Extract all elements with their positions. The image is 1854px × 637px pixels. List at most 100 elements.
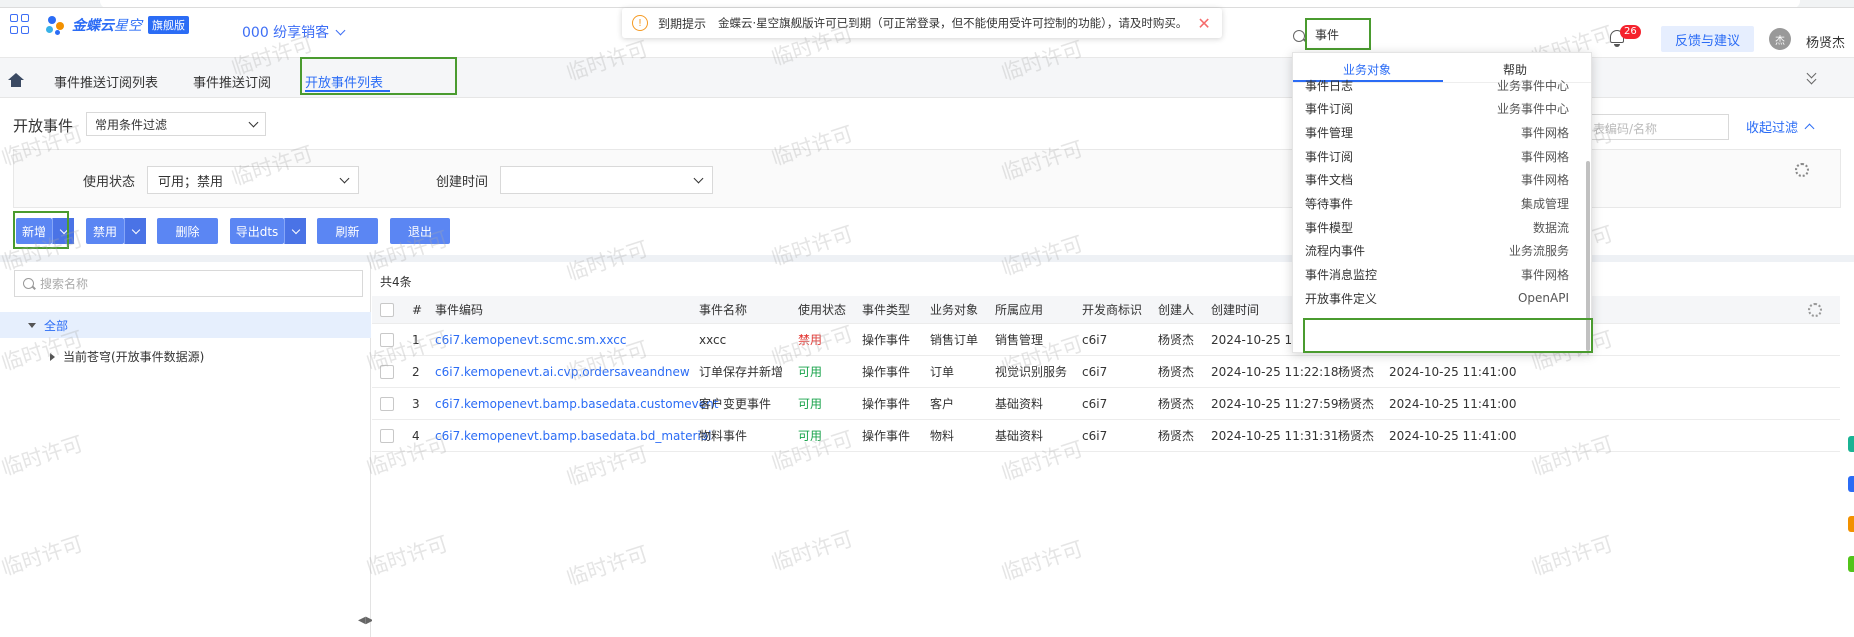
tenant-switcher[interactable]: 000 纷享销客	[242, 22, 346, 42]
caret-right-icon[interactable]	[50, 352, 55, 361]
delete-button[interactable]: 删除	[157, 218, 218, 244]
cell-dev: c6i7	[1082, 396, 1108, 411]
column-header[interactable]: 使用状态	[798, 296, 846, 323]
cell-name: xxcc	[699, 332, 727, 347]
cell-dev: c6i7	[1082, 332, 1108, 347]
global-search-input[interactable]: 事件	[1305, 18, 1371, 50]
result-category: OpenAPI	[1517, 291, 1569, 306]
cell-code[interactable]: c6i7.kemopenevt.bamp.basedata.customeven…	[435, 388, 718, 419]
disable-dropdown-button[interactable]	[124, 218, 146, 244]
dropdown-result-item[interactable]: 开放事件定义 OpenAPI	[1293, 284, 1583, 312]
table-row[interactable]: 1 c6i7.kemopenevt.scmc.sm.xxcc xxcc 禁用 操作事件 销…	[372, 324, 1840, 356]
table-row[interactable]: 2 c6i7.kemopenevt.ai.cvp.ordersaveandnew 订…	[372, 356, 1840, 388]
side-tool-icon[interactable]	[1848, 556, 1854, 572]
code-name-search-input[interactable]: 表编码/名称	[1584, 114, 1729, 140]
tree-node-datasource-label: 当前苍穹(开放事件数据源)	[63, 350, 205, 364]
brand-name: 金蝶云星空	[72, 18, 142, 34]
cell-modifier: 杨贤杰	[1338, 429, 1375, 443]
created-time-select[interactable]	[500, 166, 713, 194]
feedback-button[interactable]: 反馈与建议	[1661, 26, 1754, 52]
cell-status: 可用	[798, 397, 823, 411]
result-name: 等待事件	[1305, 197, 1354, 211]
cell-code[interactable]: c6i7.kemopenevt.bamp.basedata.bd_materia…	[435, 420, 711, 451]
result-category: 业务事件中心	[1496, 78, 1569, 93]
column-header[interactable]: 事件类型	[862, 296, 910, 323]
cell-code[interactable]: c6i7.kemopenevt.ai.cvp.ordersaveandnew	[435, 356, 690, 387]
column-header[interactable]: 所属应用	[995, 296, 1043, 323]
cell-modifier: 杨贤杰	[1338, 397, 1375, 411]
cell-created: 2024-10-25 11:31:31	[1211, 428, 1339, 443]
column-header[interactable]: 事件编码	[435, 296, 483, 323]
avatar[interactable]: 杰	[1769, 28, 1791, 50]
tab-event-push-subscription[interactable]: 事件推送订阅	[193, 72, 271, 91]
result-name: 事件日志	[1305, 78, 1354, 93]
column-settings-gear-icon[interactable]	[1808, 303, 1822, 317]
edition-badge: 旗舰版	[148, 16, 189, 34]
row-checkbox[interactable]	[380, 420, 394, 451]
cell-type: 操作事件	[862, 397, 911, 411]
chevron-down-icon	[693, 173, 704, 183]
cell-created: 2024-10-25 11:22:18	[1211, 364, 1339, 379]
cell-creator: 杨贤杰	[1158, 397, 1195, 411]
side-tool-icon[interactable]	[1848, 436, 1854, 452]
address-bar[interactable]	[100, 0, 1800, 7]
license-expiry-notice: ! 到期提示 金蝶云·星空旗舰版许可已到期（可正常登录，但不能使用受许可控制的功…	[622, 8, 1222, 38]
cell-created: 2024-10-25 16:	[1211, 332, 1304, 347]
cell-app: 销售管理	[995, 333, 1044, 347]
result-name: 事件管理	[1305, 125, 1354, 140]
result-name: 开放事件定义	[1305, 291, 1378, 306]
tree-node-all[interactable]: 全部	[0, 312, 371, 338]
cell-name: 订单保存并新增	[699, 365, 784, 379]
table-row[interactable]: 3 c6i7.kemopenevt.bamp.basedata.customeve…	[372, 388, 1840, 420]
brand-logo[interactable]: 金蝶云星空 旗舰版	[44, 14, 189, 36]
disable-button[interactable]: 禁用	[86, 218, 124, 244]
column-header[interactable]: 事件名称	[699, 296, 747, 323]
column-header[interactable]: 创建时间	[1211, 296, 1259, 323]
select-all-checkbox[interactable]	[380, 296, 394, 323]
username[interactable]: 杨贤杰	[1806, 32, 1845, 51]
tree-node-datasource[interactable]: 当前苍穹(开放事件数据源)	[50, 348, 204, 365]
cell-obj: 客户	[930, 397, 955, 411]
tab-event-push-subscription-list[interactable]: 事件推送订阅列表	[54, 72, 158, 91]
refresh-button[interactable]: 刷新	[317, 218, 378, 244]
chevron-up-icon	[1804, 123, 1815, 134]
chevron-down-icon	[248, 117, 259, 127]
notice-title: 到期提示	[658, 16, 707, 31]
double-chevron-down-icon[interactable]	[1806, 68, 1818, 85]
exit-button[interactable]: 退出	[390, 218, 450, 244]
column-header[interactable]: 开发商标识	[1082, 296, 1142, 323]
result-category: 事件网格	[1520, 149, 1569, 164]
cell-modified: 2024-10-25 11:41:00	[1389, 428, 1517, 443]
status-filter-select[interactable]: 可用；禁用	[147, 166, 359, 194]
highlight-box-open-event-definition	[1303, 318, 1593, 353]
cell-creator: 杨贤杰	[1158, 429, 1195, 443]
row-checkbox[interactable]	[380, 388, 394, 419]
tenant-name: 000 纷享销客	[242, 25, 330, 41]
caret-down-icon[interactable]	[28, 322, 36, 328]
row-checkbox[interactable]	[380, 356, 394, 387]
result-category: 事件网格	[1520, 268, 1569, 283]
export-dts-button[interactable]: 导出dts	[230, 218, 284, 244]
search-icon[interactable]	[1293, 30, 1305, 42]
warning-icon: !	[632, 15, 648, 31]
cell-obj: 销售订单	[930, 333, 979, 347]
home-icon[interactable]	[8, 73, 24, 87]
filter-scheme-select[interactable]: 常用条件过滤	[86, 112, 266, 136]
side-tool-icon[interactable]	[1848, 476, 1854, 492]
side-tool-icon[interactable]	[1848, 516, 1854, 532]
row-checkbox[interactable]	[380, 324, 394, 355]
cell-code[interactable]: c6i7.kemopenevt.scmc.sm.xxcc	[435, 324, 626, 355]
column-header[interactable]: 创建人	[1158, 296, 1194, 323]
status-filter-value: 可用；禁用	[158, 174, 224, 190]
tree-search-input[interactable]: 搜索名称	[14, 270, 363, 297]
close-icon[interactable]: ✕	[1197, 14, 1210, 33]
table-row[interactable]: 4 c6i7.kemopenevt.bamp.basedata.bd_materi…	[372, 420, 1840, 452]
app-menu-icon[interactable]	[10, 14, 30, 34]
result-category: 数据流	[1532, 220, 1569, 235]
export-dropdown-button[interactable]	[284, 218, 306, 244]
chevron-down-icon	[131, 225, 140, 234]
filter-settings-gear-icon[interactable]	[1795, 163, 1809, 177]
page-title: 开放事件	[13, 117, 74, 135]
collapse-filter-button[interactable]: 收起过滤	[1746, 117, 1815, 136]
column-header[interactable]: 业务对象	[930, 296, 978, 323]
